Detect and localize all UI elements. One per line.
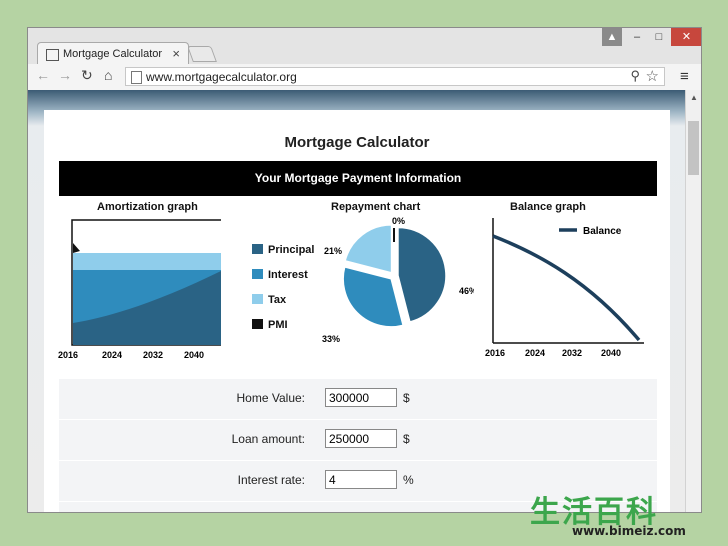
reload-icon[interactable]: ↻: [81, 67, 93, 84]
form-row-home-value: Home Value: $: [59, 379, 657, 420]
info-banner: Your Mortgage Payment Information: [59, 161, 657, 196]
interest-rate-label: Interest rate:: [237, 473, 305, 487]
page-icon: [131, 71, 142, 84]
bookmark-star-icon[interactable]: ☆: [646, 67, 659, 85]
balance-tick-2032: 2032: [562, 348, 582, 358]
balance-graph: Balance 2016 2024 2032 2040: [485, 218, 644, 358]
amort-tick-2032: 2032: [143, 350, 163, 360]
pie-slice-0: [397, 226, 447, 323]
balance-line: [492, 234, 641, 342]
interest-rate-unit: %: [403, 473, 414, 487]
maximize-button[interactable]: □: [648, 28, 670, 46]
balance-tick-2016: 2016: [485, 348, 505, 358]
user-icon[interactable]: ▲: [602, 28, 622, 46]
amortization-graph: 2016 2024 2032 2040: [58, 219, 221, 360]
interest-rate-input[interactable]: [325, 470, 397, 489]
pie-label-3: 0%: [392, 216, 405, 226]
balance-tick-2024: 2024: [525, 348, 545, 358]
watermark-url: www.bimeiz.com: [572, 524, 686, 538]
amortization-title: Amortization graph: [97, 201, 198, 213]
home-value-input[interactable]: [325, 388, 397, 407]
tax-swatch: [252, 294, 263, 304]
address-bar[interactable]: www.mortgagecalculator.org ⚲ ☆: [125, 67, 665, 86]
legend-interest: Interest: [252, 269, 308, 281]
title-bar: Mortgage Calculator × ▲ – □ ✕: [28, 28, 701, 67]
browser-toolbar: ← → ↻ ⌂ www.mortgagecalculator.org ⚲ ☆ ≡: [28, 64, 701, 91]
back-icon[interactable]: ←: [36, 67, 50, 83]
tab-title: Mortgage Calculator: [63, 48, 163, 60]
repayment-title: Repayment chart: [331, 201, 421, 213]
calculator-icon: [46, 49, 59, 61]
pie-slice-2: [344, 224, 393, 274]
menu-icon[interactable]: ≡: [680, 68, 689, 85]
principal-swatch: [252, 244, 263, 254]
balance-title: Balance graph: [510, 201, 586, 213]
loan-amount-unit: $: [403, 432, 410, 446]
close-button[interactable]: ✕: [671, 28, 701, 46]
url-text: www.mortgagecalculator.org: [146, 70, 297, 84]
legend-tax: Tax: [252, 294, 286, 306]
home-value-unit: $: [403, 391, 410, 405]
browser-window: Mortgage Calculator × ▲ – □ ✕ ← → ↻ ⌂ ww…: [27, 27, 702, 513]
pmi-swatch: [252, 319, 263, 329]
watermark: 生活百科 www.bimeiz.com: [530, 487, 720, 542]
amort-tick-2040: 2040: [184, 350, 204, 360]
scroll-thumb[interactable]: [688, 121, 699, 175]
forward-icon[interactable]: →: [58, 67, 72, 83]
zoom-icon[interactable]: ⚲: [630, 68, 640, 84]
home-value-label: Home Value:: [236, 391, 305, 405]
tab-close-icon[interactable]: ×: [172, 46, 180, 61]
minimize-button[interactable]: –: [626, 28, 648, 46]
amort-tick-2016: 2016: [58, 350, 78, 360]
legend-principal: Principal: [252, 244, 314, 256]
loan-amount-input[interactable]: [325, 429, 397, 448]
loan-amount-label: Loan amount:: [231, 432, 305, 446]
legend-pmi: PMI: [252, 319, 288, 331]
pie-label-1: 33%: [322, 334, 340, 344]
page-title: Mortgage Calculator: [284, 134, 430, 151]
interest-swatch: [252, 269, 263, 279]
page-viewport: Mortgage Calculator Your Mortgage Paymen…: [28, 90, 685, 512]
balance-tick-2040: 2040: [601, 348, 621, 358]
home-icon[interactable]: ⌂: [104, 67, 112, 83]
scroll-up-icon[interactable]: ▲: [690, 93, 698, 102]
page-content: Mortgage Calculator Your Mortgage Paymen…: [44, 110, 670, 512]
new-tab-button[interactable]: [187, 46, 217, 62]
form-row-loan-amount: Loan amount: $: [59, 420, 657, 461]
repayment-pie: 46%33%21%0%: [322, 216, 474, 344]
vertical-scrollbar[interactable]: ▲: [685, 90, 701, 512]
amort-tick-2024: 2024: [102, 350, 122, 360]
balance-legend-label: Balance: [583, 226, 622, 237]
pie-label-2: 21%: [324, 246, 342, 256]
pie-slice-1: [342, 265, 405, 328]
